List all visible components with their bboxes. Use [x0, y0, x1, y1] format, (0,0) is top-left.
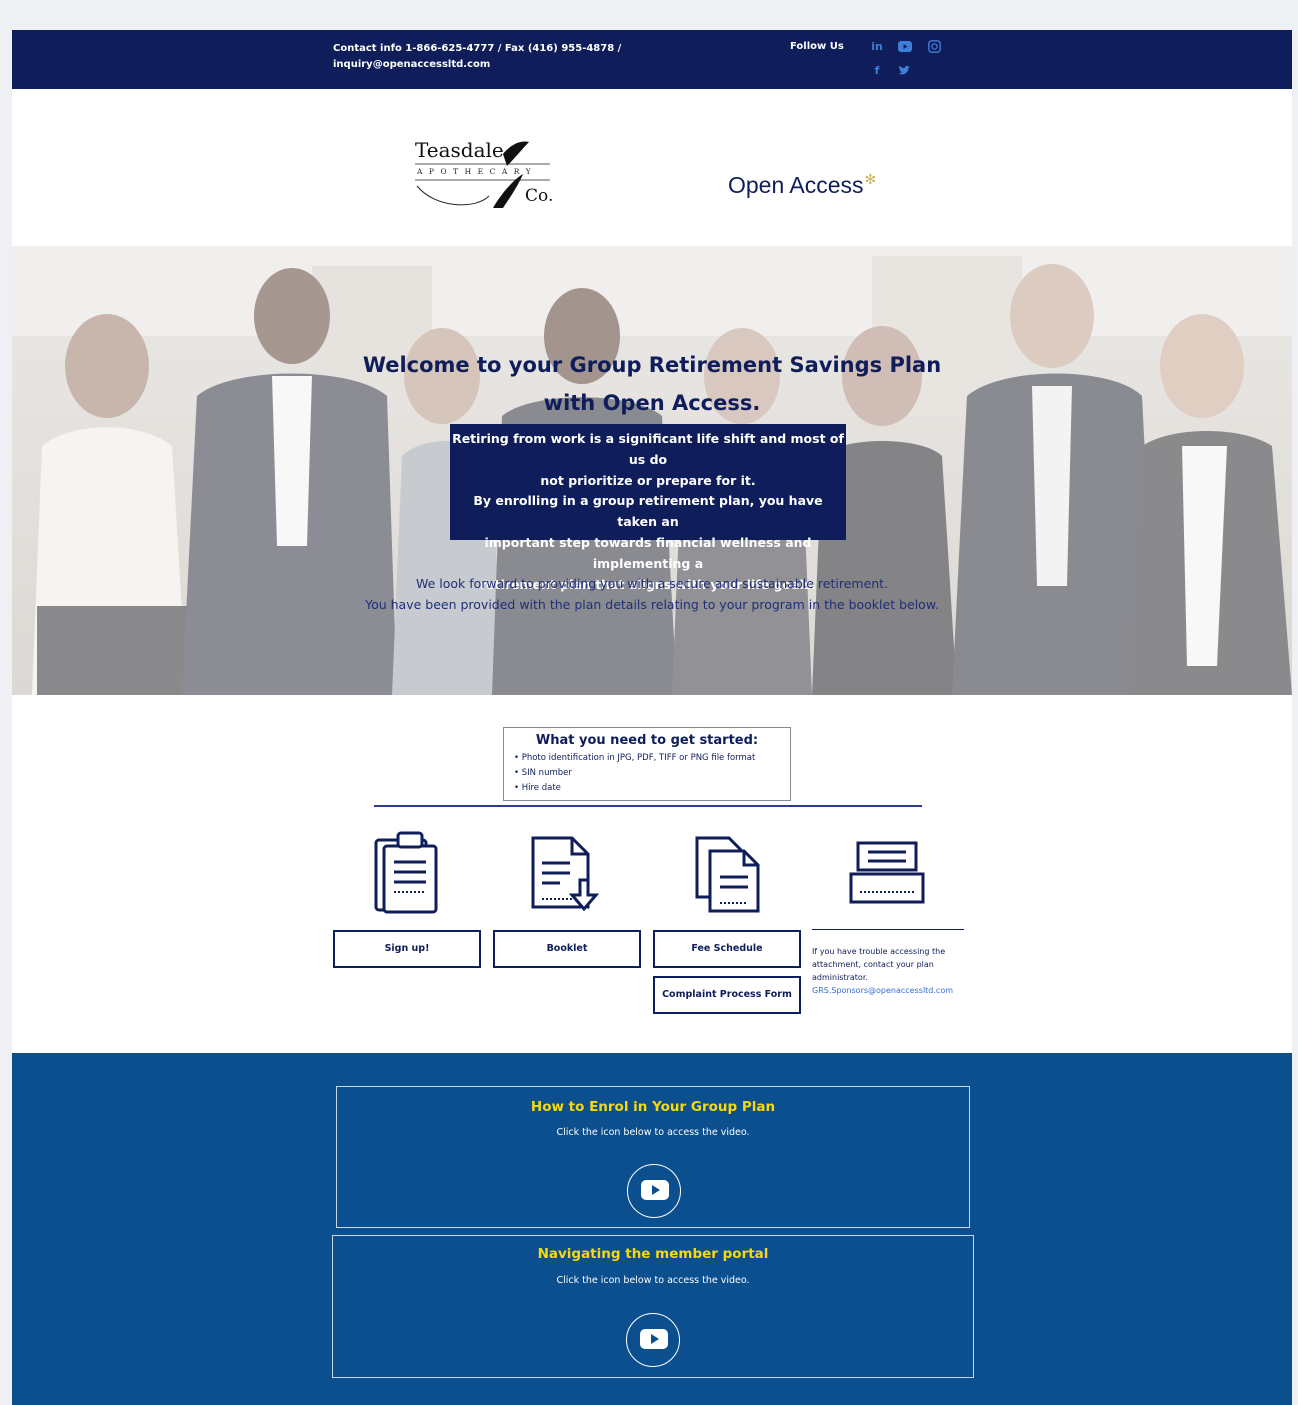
video-card-enrol: How to Enrol in Your Group Plan Click th… — [336, 1086, 970, 1228]
video-title: How to Enrol in Your Group Plan — [530, 1099, 776, 1115]
help-divider — [812, 929, 964, 930]
section-divider — [374, 805, 922, 807]
hero-intro-line-2: not prioritize or prepare for it. — [540, 472, 756, 488]
hero-footer-line-2: You have been provided with the plan det… — [365, 597, 939, 612]
co-wordmark: Co. — [525, 186, 554, 206]
sign-up-button[interactable]: Sign up! — [333, 930, 481, 968]
play-button[interactable] — [626, 1313, 680, 1367]
documents-icon — [695, 836, 760, 913]
clipboard-icon — [374, 831, 438, 914]
video-section: How to Enrol in Your Group Plan Click th… — [12, 1053, 1292, 1405]
hero-title-line-1: Welcome to your Group Retirement Savings… — [362, 353, 942, 377]
complaint-form-button[interactable]: Complaint Process Form — [653, 976, 801, 1014]
fee-schedule-button[interactable]: Fee Schedule — [653, 930, 801, 968]
twitter-icon[interactable] — [898, 65, 912, 76]
apothecary-wordmark: APOTHECARY — [417, 167, 538, 176]
hero-title: Welcome to your Group Retirement Savings… — [352, 346, 952, 422]
help-message: If you have trouble accessing the attach… — [812, 947, 946, 982]
hero-intro-box: Retiring from work is a significant life… — [450, 424, 846, 592]
video-subtitle: Click the icon below to access the video… — [556, 1127, 750, 1138]
page: Contact info 1-866-625-4777 / Fax (416) … — [12, 30, 1292, 1405]
hero-banner: Welcome to your Group Retirement Savings… — [12, 246, 1292, 695]
contact-email[interactable]: inquiry@openaccessltd.com — [333, 57, 633, 73]
play-button[interactable] — [627, 1164, 681, 1218]
booklet-button[interactable]: Booklet — [493, 930, 641, 968]
hero-intro-line-4: important step towards financial wellnes… — [484, 534, 812, 571]
play-icon — [641, 1180, 669, 1200]
list-item: Photo identification in JPG, PDF, TIFF o… — [514, 751, 780, 766]
video-title: Navigating the member portal — [537, 1246, 769, 1262]
requirements-title: What you need to get started: — [535, 733, 759, 748]
booklet-download-icon — [531, 836, 600, 912]
top-bar: Contact info 1-866-625-4777 / Fax (416) … — [12, 30, 1292, 89]
facebook-icon[interactable]: f — [870, 64, 884, 77]
requirements-box: What you need to get started: Photo iden… — [503, 727, 791, 801]
list-item: SIN number — [514, 766, 780, 781]
requirements-list: Photo identification in JPG, PDF, TIFF o… — [514, 751, 780, 796]
flower-icon: ✻ — [864, 171, 877, 187]
help-text: If you have trouble accessing the attach… — [812, 945, 972, 997]
contact-info: Contact info 1-866-625-4777 / Fax (416) … — [333, 41, 633, 73]
hero-intro-line-1: Retiring from work is a significant life… — [452, 431, 844, 467]
teasdale-wordmark: Teasdale — [415, 138, 504, 162]
contact-phone-fax: Contact info 1-866-625-4777 / Fax (416) … — [333, 43, 622, 54]
teasdale-logo: Teasdale APOTHECARY Co. — [415, 136, 555, 211]
open-access-logo: Open Access✻ — [728, 171, 877, 199]
instagram-icon[interactable] — [928, 40, 942, 53]
play-icon — [640, 1329, 668, 1349]
help-email-link[interactable]: GRS.Sponsors@openaccessltd.com — [812, 984, 972, 997]
inbox-tray-icon — [849, 841, 925, 904]
youtube-icon[interactable] — [898, 41, 912, 52]
follow-us-label: Follow Us — [790, 41, 844, 52]
list-item: Hire date — [514, 781, 780, 796]
video-subtitle: Click the icon below to access the video… — [556, 1275, 750, 1286]
hero-footer-line-1: We look forward to providing you with a … — [415, 576, 889, 591]
open-access-wordmark: Open Access — [728, 172, 864, 198]
hero-footer-text: We look forward to providing you with a … — [312, 573, 992, 615]
video-card-portal: Navigating the member portal Click the i… — [332, 1235, 974, 1378]
linkedin-icon[interactable]: in — [870, 40, 884, 53]
hero-title-line-2: with Open Access. — [543, 391, 761, 415]
hero-intro-line-3: By enrolling in a group retirement plan,… — [473, 493, 823, 530]
